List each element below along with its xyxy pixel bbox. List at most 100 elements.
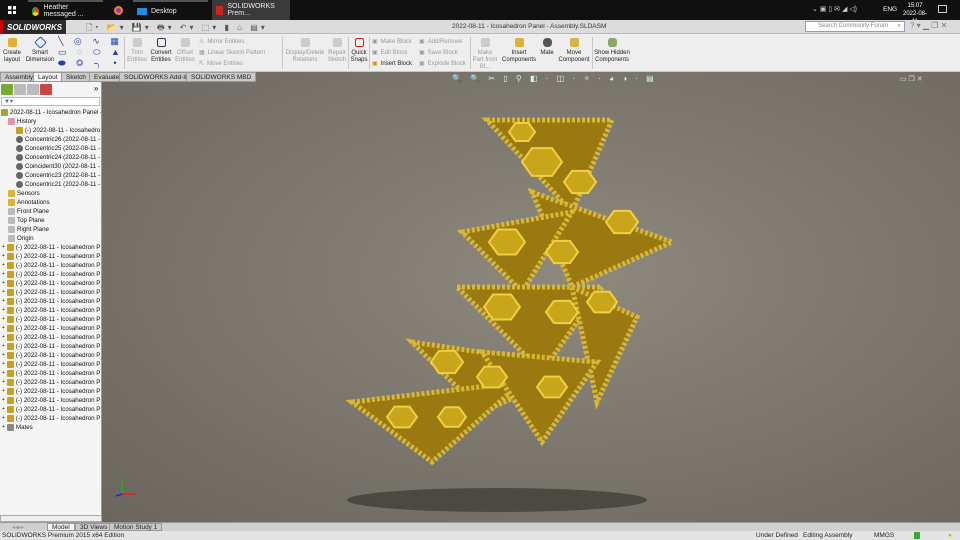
expand-icon[interactable]: +	[2, 261, 5, 270]
tab-motion-study[interactable]: Motion Study 1	[109, 523, 163, 531]
filter-icon[interactable]: ▼▾	[1, 97, 100, 106]
expand-icon[interactable]: +	[2, 369, 5, 378]
expand-icon[interactable]: +	[2, 387, 5, 396]
history-item[interactable]: Concentric23 (2022-08-11 -	[16, 171, 100, 180]
expand-icon[interactable]: +	[2, 333, 5, 342]
taskbar-desktop[interactable]: Desktop	[133, 0, 208, 20]
expand-icon[interactable]: +	[2, 252, 5, 261]
expand-icon[interactable]: +	[2, 378, 5, 387]
history-item[interactable]: (-) 2022-08-11 - Icosahedro	[16, 126, 100, 135]
tab-model[interactable]: Model	[47, 523, 75, 531]
move-component-button[interactable]: Move Component	[557, 38, 591, 64]
expand-icon[interactable]: +	[2, 396, 5, 405]
smart-dimension-button[interactable]: Smart Dimension	[24, 36, 56, 64]
tree-component[interactable]: + (-) 2022-08-11 - Icosahedron P	[2, 288, 100, 297]
expand-icon[interactable]: +	[2, 243, 5, 252]
tree-component[interactable]: + (-) 2022-08-11 - Icosahedron P	[2, 243, 100, 252]
insert-components-button[interactable]: Insert Components	[501, 38, 537, 64]
tree-history[interactable]: History	[8, 117, 36, 126]
tree-component[interactable]: + (-) 2022-08-11 - Icosahedron P	[2, 387, 100, 396]
expand-icon[interactable]: +	[2, 315, 5, 324]
rebuild-icon[interactable]	[914, 532, 920, 539]
convert-entities-button[interactable]: Convert Entities	[149, 38, 173, 64]
feature-manager-tab-icon[interactable]	[1, 84, 13, 95]
add-remove-button[interactable]: ▣ Add/Remove	[419, 38, 462, 46]
tree-component[interactable]: + (-) 2022-08-11 - Icosahedron P	[2, 414, 100, 423]
tree-root[interactable]: 2022-08-11 - Icosahedron Panel - A	[1, 108, 101, 117]
tree-component[interactable]: + (-) 2022-08-11 - Icosahedron P	[2, 351, 100, 360]
tree-component[interactable]: + (-) 2022-08-11 - Icosahedron P	[2, 252, 100, 261]
create-layout-button[interactable]: Create layout	[2, 38, 22, 64]
expand-panel-icon[interactable]: »	[94, 84, 98, 93]
quick-snaps-button[interactable]: Quick Snaps	[350, 38, 368, 64]
tab-3d-views[interactable]: 3D Views	[75, 523, 113, 531]
search-community-input[interactable]: Search Community Forum ⌕	[805, 21, 905, 32]
expand-icon[interactable]: +	[2, 405, 5, 414]
history-item[interactable]: Coincident30 (2022-08-11 -	[16, 162, 100, 171]
tree-component[interactable]: + (-) 2022-08-11 - Icosahedron P	[2, 342, 100, 351]
expand-icon[interactable]: +	[2, 297, 5, 306]
save-block-button[interactable]: ▣ Save Block	[419, 49, 458, 57]
insert-block-button[interactable]: ▣ Insert Block	[372, 60, 412, 68]
tab-sketch[interactable]: Sketch	[61, 72, 91, 82]
tree-component[interactable]: + (-) 2022-08-11 - Icosahedron P	[2, 315, 100, 324]
history-item[interactable]: Concentric25 (2022-08-11 -	[16, 144, 100, 153]
sketch-tools-grid[interactable]: ╲ ◎ ∿ ▦ ▭ ◌ ⬭ ▲ ⬬ ◎ ╮ •	[58, 36, 124, 69]
tree-component[interactable]: + (-) 2022-08-11 - Icosahedron P	[2, 369, 100, 378]
taskbar-solidworks[interactable]: SOLIDWORKS Prem...	[212, 0, 290, 20]
trim-entities-button[interactable]: Trim Entities	[126, 38, 148, 64]
start-button[interactable]	[4, 0, 20, 20]
offset-entities-button[interactable]: Offset Entities	[174, 38, 196, 64]
tree-component[interactable]: + (-) 2022-08-11 - Icosahedron P	[2, 396, 100, 405]
tab-layout[interactable]: Layout	[33, 72, 63, 82]
tree-component[interactable]: + (-) 2022-08-11 - Icosahedron P	[2, 360, 100, 369]
icosahedron-panel-model[interactable]	[102, 72, 960, 522]
mirror-entities-button[interactable]: ⚠ Mirror Entities	[199, 38, 244, 46]
explode-block-button[interactable]: ▣ Explode Block	[419, 60, 466, 68]
tree-folder[interactable]: Top Plane	[8, 216, 45, 225]
tree-component[interactable]: + (-) 2022-08-11 - Icosahedron P	[2, 261, 100, 270]
expand-icon[interactable]: +	[2, 288, 5, 297]
edit-block-button[interactable]: ▣ Edit Block	[372, 49, 407, 57]
panel-horizontal-scrollbar[interactable]	[0, 515, 102, 522]
tree-component[interactable]: + (-) 2022-08-11 - Icosahedron P	[2, 297, 100, 306]
tree-component[interactable]: + (-) 2022-08-11 - Icosahedron P	[2, 279, 100, 288]
display-manager-tab-icon[interactable]	[40, 84, 52, 95]
make-part-from-block-button[interactable]: Make Part from Bl...	[472, 38, 498, 71]
language-indicator[interactable]: ENG	[883, 6, 897, 13]
taskbar-firefox[interactable]	[110, 0, 127, 20]
expand-icon[interactable]: +	[2, 270, 5, 279]
taskbar-chrome[interactable]: Heather messaged ...	[28, 0, 103, 20]
move-entities-button[interactable]: ⇱ Move Entities	[199, 60, 243, 68]
tree-component[interactable]: + (-) 2022-08-11 - Icosahedron P	[2, 270, 100, 279]
help-bulb-icon[interactable]: ●	[948, 531, 952, 540]
display-delete-relations-button[interactable]: Display/Delete Relations	[284, 38, 326, 64]
tree-component[interactable]: + (-) 2022-08-11 - Icosahedron P	[2, 378, 100, 387]
tree-folder[interactable]: Origin	[8, 234, 34, 243]
tree-component[interactable]: + (-) 2022-08-11 - Icosahedron P	[2, 333, 100, 342]
make-block-button[interactable]: ▣ Make Block	[372, 38, 412, 46]
tree-folder[interactable]: Annotations	[8, 198, 50, 207]
tab-scroll-arrows[interactable]: ◂◂▸▸	[12, 524, 24, 531]
expand-icon[interactable]: +	[2, 324, 5, 333]
expand-icon[interactable]: +	[2, 279, 5, 288]
tree-mates[interactable]: + Mates	[2, 423, 33, 432]
expand-icon[interactable]: +	[2, 306, 5, 315]
tray-icons[interactable]: ⌄ ▣ ▯ ✉ ◢ ◁)	[812, 5, 857, 13]
tree-folder[interactable]: Front Plane	[8, 207, 49, 216]
tree-component[interactable]: + (-) 2022-08-11 - Icosahedron P	[2, 324, 100, 333]
show-hidden-components-button[interactable]: Show Hidden Components	[594, 38, 630, 64]
expand-icon[interactable]: +	[2, 342, 5, 351]
history-item[interactable]: Concentric24 (2022-08-11 -	[16, 153, 100, 162]
property-manager-tab-icon[interactable]	[14, 84, 26, 95]
tree-component[interactable]: + (-) 2022-08-11 - Icosahedron P	[2, 306, 100, 315]
mate-button[interactable]: Mate	[538, 38, 556, 57]
expand-icon[interactable]: +	[2, 351, 5, 360]
expand-icon[interactable]: +	[2, 360, 5, 369]
expand-icon[interactable]: +	[2, 414, 5, 423]
history-item[interactable]: Concentric26 (2022-08-11 -	[16, 135, 100, 144]
solidworks-logo[interactable]: SOLIDWORKS	[0, 20, 66, 34]
configuration-manager-tab-icon[interactable]	[27, 84, 39, 95]
notification-icon[interactable]	[938, 5, 947, 13]
graphics-area[interactable]: 🔍 🔍 ✂ ▯ ⚲ ◧ · ◫ · ✧ · ◕ ◑ · ▤ ▭ ❐ ✕	[102, 72, 960, 522]
